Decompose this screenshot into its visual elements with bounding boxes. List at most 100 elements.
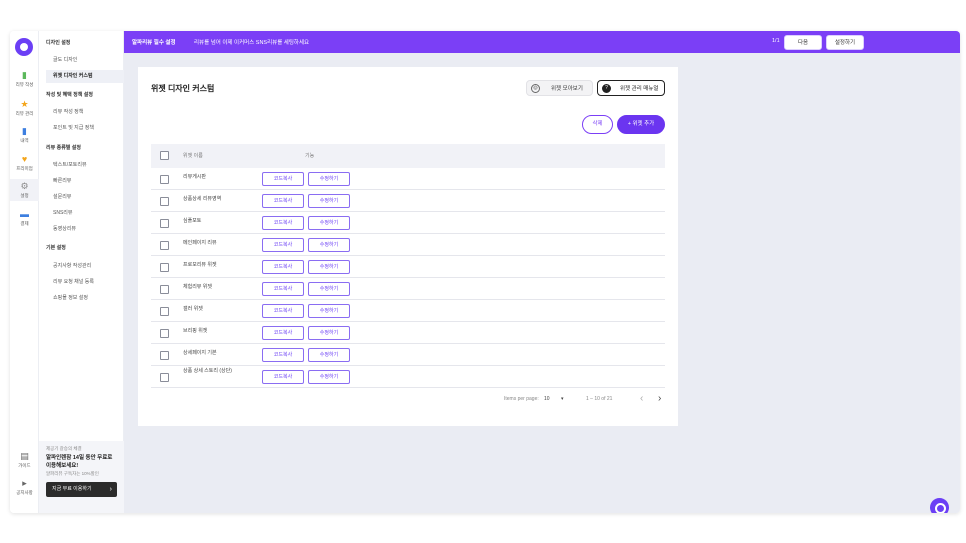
page-range: 1 – 10 of 21 <box>586 396 613 402</box>
table-row: 프로모리뷰 위젯 코드복사 수정하기 <box>151 256 665 278</box>
rail-item-label: 설정 <box>20 193 29 198</box>
bar-chart-icon: ▮ <box>22 126 27 136</box>
table-row: 체험리뷰 위젯 코드복사 수정하기 <box>151 278 665 300</box>
rail-item-6[interactable]: ▬ 결제 <box>10 207 39 229</box>
chat-launcher-button[interactable] <box>930 498 949 513</box>
go-settings-button[interactable]: 설정하기 <box>826 35 864 50</box>
prev-page-icon[interactable]: ‹ <box>640 393 643 404</box>
copy-code-button[interactable]: 코드복사 <box>262 172 304 186</box>
promo-eyebrow: 제공기 갈승의 체결 <box>46 446 82 451</box>
rail-bottom-item-1[interactable]: ▤ 가이드 <box>10 451 39 469</box>
widget-manual-button[interactable]: ? 위젯 관리 매뉴얼 <box>597 80 665 96</box>
sidebar-item[interactable]: 설문리뷰 <box>46 191 124 204</box>
rail-item-1[interactable]: ▮ 리뷰 작성 <box>10 68 39 90</box>
copy-code-button[interactable]: 코드복사 <box>262 194 304 208</box>
edit-button[interactable]: 수정하기 <box>308 172 350 186</box>
row-checkbox[interactable] <box>160 175 169 184</box>
free-trial-label: 지금 무료 이용하기 <box>52 486 92 492</box>
edit-button[interactable]: 수정하기 <box>308 282 350 296</box>
copy-code-button[interactable]: 코드복사 <box>262 370 304 384</box>
edit-button[interactable]: 수정하기 <box>308 216 350 230</box>
edit-button[interactable]: 수정하기 <box>308 260 350 274</box>
row-checkbox[interactable] <box>160 307 169 316</box>
widget-manual-label: 위젯 관리 매뉴얼 <box>620 86 659 92</box>
copy-code-button[interactable]: 코드복사 <box>262 304 304 318</box>
copy-code-button[interactable]: 코드복사 <box>262 282 304 296</box>
rail-item-4[interactable]: ♥ 프리미엄 <box>10 152 39 174</box>
delete-button[interactable]: 삭제 <box>582 115 613 134</box>
table-row: 상품상세 리뷰영역 코드복사 수정하기 <box>151 190 665 212</box>
rail-item-3[interactable]: ▮ 내역 <box>10 124 39 146</box>
icon-rail: ▮ 리뷰 작성 ★ 리뷰 관리 ▮ 내역 ♥ 프리미엄 ⚙ 설정 ▬ 결제 ▤ 가이드 ▸ 공지사항 <box>10 31 39 513</box>
edit-button[interactable]: 수정하기 <box>308 348 350 362</box>
widget-name: 체험리뷰 위젯 <box>183 284 212 290</box>
rail-item-label: 내역 <box>20 138 29 143</box>
select-all-checkbox[interactable] <box>160 151 169 160</box>
col-function: 기능 <box>305 153 315 159</box>
promo-headline: 알파인렌잠 14일 동안 무료로 이용해보세요! <box>46 455 113 469</box>
page-title: 위젯 디자인 커스텀 <box>151 84 215 93</box>
sidebar-item[interactable]: 리뷰 요청 채널 등록 <box>46 276 124 289</box>
rail-item-label: 공지사항 <box>16 490 33 495</box>
heart-icon: ♥ <box>21 154 28 164</box>
book-icon: ▤ <box>20 451 29 461</box>
sidebar-item[interactable]: 위젯 디자인 커스텀 <box>46 70 124 83</box>
items-per-page-select[interactable]: 10 <box>544 396 550 402</box>
rail-item-5[interactable]: ⚙ 설정 <box>10 179 39 201</box>
row-checkbox[interactable] <box>160 197 169 206</box>
sidebar-item[interactable]: 쇼핑몰 정보 설정 <box>46 292 124 305</box>
copy-code-button[interactable]: 코드복사 <box>262 216 304 230</box>
sidebar-item[interactable]: 글도 디자인 <box>46 54 124 67</box>
app-window: ▮ 리뷰 작성 ★ 리뷰 관리 ▮ 내역 ♥ 프리미엄 ⚙ 설정 ▬ 결제 ▤ 가이드 ▸ 공지사항 디자인… <box>10 31 960 513</box>
copy-code-button[interactable]: 코드복사 <box>262 238 304 252</box>
sidebar-item[interactable]: 리뷰 작성 정책 <box>46 106 124 119</box>
sidebar-item[interactable]: 빠른리뷰 <box>46 175 124 188</box>
row-checkbox[interactable] <box>160 263 169 272</box>
banner-counter: 1/1 <box>772 38 780 44</box>
sidebar-item[interactable]: SNS리뷰 <box>46 207 124 220</box>
sidebar-item[interactable]: 텍스트/포토리뷰 <box>46 159 124 172</box>
row-checkbox[interactable] <box>160 351 169 360</box>
row-checkbox[interactable] <box>160 241 169 250</box>
edit-button[interactable]: 수정하기 <box>308 370 350 384</box>
next-button[interactable]: 다음 <box>784 35 822 50</box>
rail-item-label: 리뷰 작성 <box>15 82 34 87</box>
copy-code-button[interactable]: 코드복사 <box>262 326 304 340</box>
setup-banner: 알파리뷰 필수 설정 리뷰를 넘어 이제 이커머스 SNS리뷰를 세팅하세요 1… <box>124 31 960 53</box>
row-checkbox[interactable] <box>160 329 169 338</box>
next-page-icon[interactable]: › <box>658 393 661 404</box>
banner-title: 알파리뷰 필수 설정 <box>132 40 176 46</box>
table-row: 심플포토 코드복사 수정하기 <box>151 212 665 234</box>
rail-item-2[interactable]: ★ 리뷰 관리 <box>10 97 39 119</box>
app-logo[interactable] <box>15 38 33 56</box>
edit-button[interactable]: 수정하기 <box>308 304 350 318</box>
edit-button[interactable]: 수정하기 <box>308 326 350 340</box>
row-checkbox[interactable] <box>160 285 169 294</box>
copy-code-button[interactable]: 코드복사 <box>262 348 304 362</box>
table-row: 리뷰게시판 코드복사 수정하기 <box>151 168 665 190</box>
sidebar-item[interactable]: 포인트 및 지급 정책 <box>46 122 124 135</box>
widget-preview-button[interactable]: ◎ 위젯 모아보기 <box>526 80 593 96</box>
table-row: 상품 상세 스토리 (상단) 코드복사 수정하기 <box>151 366 665 388</box>
widget-name: 리뷰게시판 <box>183 174 207 180</box>
sidebar-item[interactable]: 공지사항 작성관리 <box>46 260 124 273</box>
sidebar-item[interactable]: 동영상리뷰 <box>46 223 124 236</box>
edit-button[interactable]: 수정하기 <box>308 194 350 208</box>
sidebar-section-title: 기본 설정 <box>46 245 66 251</box>
card-icon: ▬ <box>20 209 29 219</box>
widget-card: 위젯 디자인 커스텀 ◎ 위젯 모아보기 ? 위젯 관리 매뉴얼 삭제 + 위젯… <box>138 67 678 426</box>
free-trial-button[interactable]: 지금 무료 이용하기 › <box>46 482 117 497</box>
promo-box: 제공기 갈승의 체결 알파인렌잠 14일 동안 무료로 이용해보세요! 알파리뷰… <box>39 441 124 513</box>
rail-item-label: 프리미엄 <box>16 166 33 171</box>
copy-code-button[interactable]: 코드복사 <box>262 260 304 274</box>
chevron-down-icon[interactable]: ▾ <box>561 396 564 402</box>
row-checkbox[interactable] <box>160 373 169 382</box>
add-widget-button[interactable]: + 위젯 추가 <box>617 115 665 134</box>
review-write-icon: ▮ <box>22 70 27 80</box>
widget-name: 상세페이지 기본 <box>183 350 217 356</box>
rail-bottom-item-2[interactable]: ▸ 공지사항 <box>10 478 39 496</box>
edit-button[interactable]: 수정하기 <box>308 238 350 252</box>
row-checkbox[interactable] <box>160 219 169 228</box>
banner-notice: 리뷰를 넘어 이제 이커머스 SNS리뷰를 세팅하세요 <box>194 40 310 46</box>
help-icon: ? <box>602 84 611 93</box>
